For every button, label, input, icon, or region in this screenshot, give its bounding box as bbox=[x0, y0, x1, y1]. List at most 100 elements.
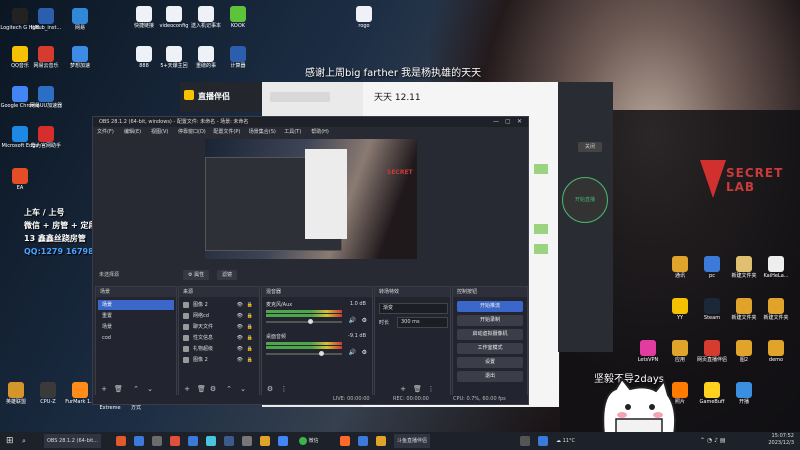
mixer-settings-icon[interactable]: ⚙ bbox=[266, 385, 274, 393]
app-icon[interactable] bbox=[538, 436, 548, 446]
visibility-icon[interactable]: 👁 bbox=[237, 311, 243, 321]
remove-source-icon[interactable]: 🗑 bbox=[197, 385, 206, 393]
volume-slider-handle[interactable] bbox=[307, 319, 313, 324]
control-button[interactable]: 开始录制 bbox=[457, 315, 523, 326]
desktop-icon[interactable]: rogo bbox=[344, 6, 384, 29]
minimize-icon[interactable]: — bbox=[493, 117, 499, 127]
lock-icon[interactable]: 🔒 bbox=[247, 311, 253, 321]
companion-close-button[interactable]: 关闭 bbox=[578, 142, 602, 152]
app-icon[interactable] bbox=[358, 436, 368, 446]
steam-icon[interactable] bbox=[224, 436, 234, 446]
taskbar-item-wechat[interactable]: 微信 bbox=[296, 434, 322, 448]
desktop-icon[interactable]: 网易 bbox=[60, 8, 100, 31]
menu-item[interactable]: 场景集合(S) bbox=[249, 127, 276, 137]
control-button[interactable]: 启动虚拟摄像机 bbox=[457, 329, 523, 340]
remove-transition-icon[interactable]: 🗑 bbox=[413, 385, 422, 393]
source-item[interactable]: 图像 2 👁 🔒 bbox=[181, 355, 257, 365]
zhibo-window-header[interactable]: 直播伴侣 bbox=[180, 82, 262, 112]
app-icon[interactable] bbox=[242, 436, 252, 446]
duration-input[interactable]: 300 ms bbox=[397, 317, 448, 328]
lock-icon[interactable]: 🔒 bbox=[247, 355, 253, 365]
volume-slider[interactable] bbox=[266, 353, 342, 355]
app-icon[interactable] bbox=[340, 436, 350, 446]
menu-item[interactable]: 编辑(E) bbox=[124, 127, 141, 137]
chat-search-input[interactable] bbox=[270, 92, 330, 102]
obs-window[interactable]: OBS 28.1.2 (64-bit, windows) - 配置文件: 未命名… bbox=[92, 116, 529, 405]
transition-select[interactable]: 渐变 bbox=[379, 303, 448, 314]
visibility-icon[interactable]: 👁 bbox=[237, 344, 243, 354]
taskbar-item-obs[interactable]: OBS 28.1.2 (64-bit... bbox=[44, 434, 101, 448]
desktop-icon[interactable]: 网易UU加速器 bbox=[26, 86, 66, 109]
start-icon[interactable]: ⊞ bbox=[6, 434, 14, 448]
volume-slider[interactable] bbox=[266, 321, 342, 323]
visibility-icon[interactable]: 👁 bbox=[237, 355, 243, 365]
lock-icon[interactable]: 🔒 bbox=[247, 322, 253, 332]
desktop-icon[interactable]: 华为官网助手 bbox=[26, 126, 66, 149]
app-icon[interactable] bbox=[206, 436, 216, 446]
visibility-icon[interactable]: 👁 bbox=[237, 300, 243, 310]
desktop-icon[interactable]: 开播 bbox=[724, 382, 764, 405]
source-item[interactable]: 礼物超级 👁 🔒 bbox=[181, 344, 257, 354]
obs-titlebar[interactable]: OBS 28.1.2 (64-bit, windows) - 配置文件: 未命名… bbox=[93, 117, 528, 127]
move-down-icon[interactable]: ⌄ bbox=[146, 385, 154, 393]
source-item[interactable]: 聊天文件 👁 🔒 bbox=[181, 322, 257, 332]
desktop-icon[interactable]: 新建文件夹 bbox=[756, 298, 796, 321]
lock-icon[interactable]: 🔒 bbox=[247, 333, 253, 343]
control-button[interactable]: 退出 bbox=[457, 371, 523, 382]
menu-item[interactable]: 停靠窗口(D) bbox=[178, 127, 206, 137]
scene-item[interactable]: 重置 bbox=[98, 311, 174, 321]
lock-icon[interactable]: 🔒 bbox=[247, 344, 253, 354]
move-down-icon[interactable]: ⌄ bbox=[239, 385, 247, 393]
move-up-icon[interactable]: ⌃ bbox=[132, 385, 140, 393]
control-button[interactable]: 设置 bbox=[457, 357, 523, 368]
source-item[interactable]: 网络cd 👁 🔒 bbox=[181, 311, 257, 321]
channel-settings-icon[interactable]: ⚙ bbox=[362, 317, 367, 324]
taskbar-item-douyu[interactable]: 斗鱼直播伴侣 bbox=[394, 434, 431, 448]
properties-button[interactable]: ⚙ 属性 bbox=[183, 270, 210, 280]
desktop-icon[interactable]: demo bbox=[756, 340, 796, 363]
app-icon[interactable] bbox=[170, 436, 180, 446]
maximize-icon[interactable]: ▢ bbox=[505, 117, 511, 127]
desktop-icon[interactable]: EA bbox=[0, 168, 40, 191]
app-icon[interactable] bbox=[152, 436, 162, 446]
add-source-icon[interactable]: + bbox=[183, 385, 191, 393]
clock[interactable]: 15:07:52 2023/12/3 bbox=[768, 433, 794, 447]
lock-icon[interactable]: 🔒 bbox=[247, 300, 253, 310]
obs-preview[interactable]: SECRET bbox=[205, 139, 417, 259]
speaker-icon[interactable]: 🔊 bbox=[349, 349, 356, 356]
remove-scene-icon[interactable]: 🗑 bbox=[114, 385, 123, 393]
app-icon[interactable] bbox=[116, 436, 126, 446]
chrome-icon[interactable] bbox=[278, 436, 288, 446]
weather[interactable]: ☁ 11°C bbox=[556, 434, 575, 448]
add-scene-icon[interactable]: + bbox=[100, 385, 108, 393]
volume-slider-handle[interactable] bbox=[319, 351, 325, 356]
scene-item[interactable]: 场景 bbox=[98, 322, 174, 332]
filters-button[interactable]: 滤镜 bbox=[217, 270, 238, 280]
app-icon[interactable] bbox=[188, 436, 198, 446]
control-button[interactable]: 工作室模式 bbox=[457, 343, 523, 354]
move-up-icon[interactable]: ⌃ bbox=[225, 385, 233, 393]
app-icon[interactable] bbox=[376, 436, 386, 446]
visibility-icon[interactable]: 👁 bbox=[237, 322, 243, 332]
app-icon[interactable] bbox=[134, 436, 144, 446]
tray-icons[interactable]: ⌃ ◔ ♪ ▤ bbox=[700, 434, 725, 448]
add-transition-icon[interactable]: + bbox=[399, 385, 407, 393]
desktop-icon[interactable]: 梦想加速 bbox=[60, 46, 100, 69]
desktop-icon[interactable]: KOOK bbox=[218, 6, 258, 29]
visibility-icon[interactable]: 👁 bbox=[237, 333, 243, 343]
menu-item[interactable]: 视图(V) bbox=[151, 127, 168, 137]
control-button[interactable]: 开始推流 bbox=[457, 301, 523, 312]
menu-item[interactable]: 工具(T) bbox=[284, 127, 301, 137]
menu-item[interactable]: 文件(F) bbox=[97, 127, 114, 137]
menu-item[interactable]: 帮助(H) bbox=[311, 127, 329, 137]
channel-settings-icon[interactable]: ⚙ bbox=[362, 349, 367, 356]
transition-menu-icon[interactable]: ⋮ bbox=[427, 385, 435, 393]
mixer-menu-icon[interactable]: ⋮ bbox=[280, 385, 288, 393]
app-icon[interactable] bbox=[520, 436, 530, 446]
start-live-button[interactable]: 开始直播 bbox=[562, 177, 608, 223]
close-icon[interactable]: ✕ bbox=[517, 117, 522, 127]
scene-item[interactable]: 场景 bbox=[98, 300, 174, 310]
source-item[interactable]: 图像 2 👁 🔒 bbox=[181, 300, 257, 310]
desktop-icon[interactable]: 计算器 bbox=[218, 46, 258, 69]
menu-item[interactable]: 配置文件(P) bbox=[213, 127, 240, 137]
